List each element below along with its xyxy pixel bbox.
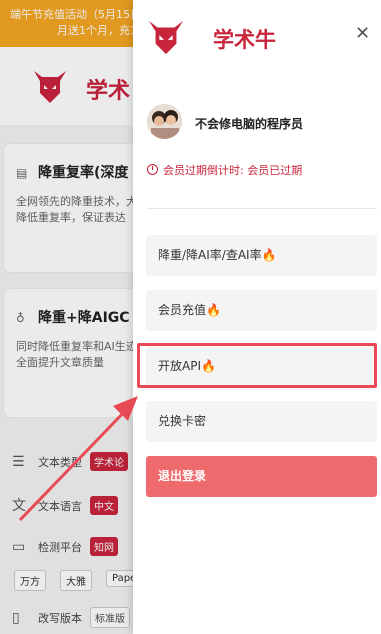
clock-icon <box>147 164 158 175</box>
fire-icon: 🔥 <box>261 248 277 262</box>
drawer-brand-title: 学术牛 <box>213 28 276 52</box>
menu-item-dedup[interactable]: 降重/降AI率/查AI率🔥 <box>146 235 377 276</box>
expiry-text: 会员过期倒计时: 会员已过期 <box>163 164 303 177</box>
divider <box>147 208 377 209</box>
fire-icon: 🔥 <box>201 359 216 373</box>
close-icon[interactable]: ✕ <box>355 25 370 43</box>
membership-expiry: 会员过期倒计时: 会员已过期 <box>147 162 302 178</box>
menu-item-redeem-code[interactable]: 兑换卡密 <box>146 401 377 442</box>
fire-icon: 🔥 <box>206 303 221 317</box>
username: 不会修电脑的程序员 <box>195 117 304 131</box>
logout-button[interactable]: 退出登录 <box>146 456 377 497</box>
side-drawer: 学术牛 ✕ 不会修电脑的程序员 会员过期倒计时: 会员已过期 降重/降AI率/查… <box>133 0 381 634</box>
avatar-image <box>147 104 182 139</box>
bull-logo-icon <box>148 20 184 55</box>
menu-item-open-api[interactable]: 开放API🔥 <box>146 346 377 387</box>
avatar[interactable] <box>147 104 182 139</box>
menu-item-recharge[interactable]: 会员充值🔥 <box>146 290 377 331</box>
